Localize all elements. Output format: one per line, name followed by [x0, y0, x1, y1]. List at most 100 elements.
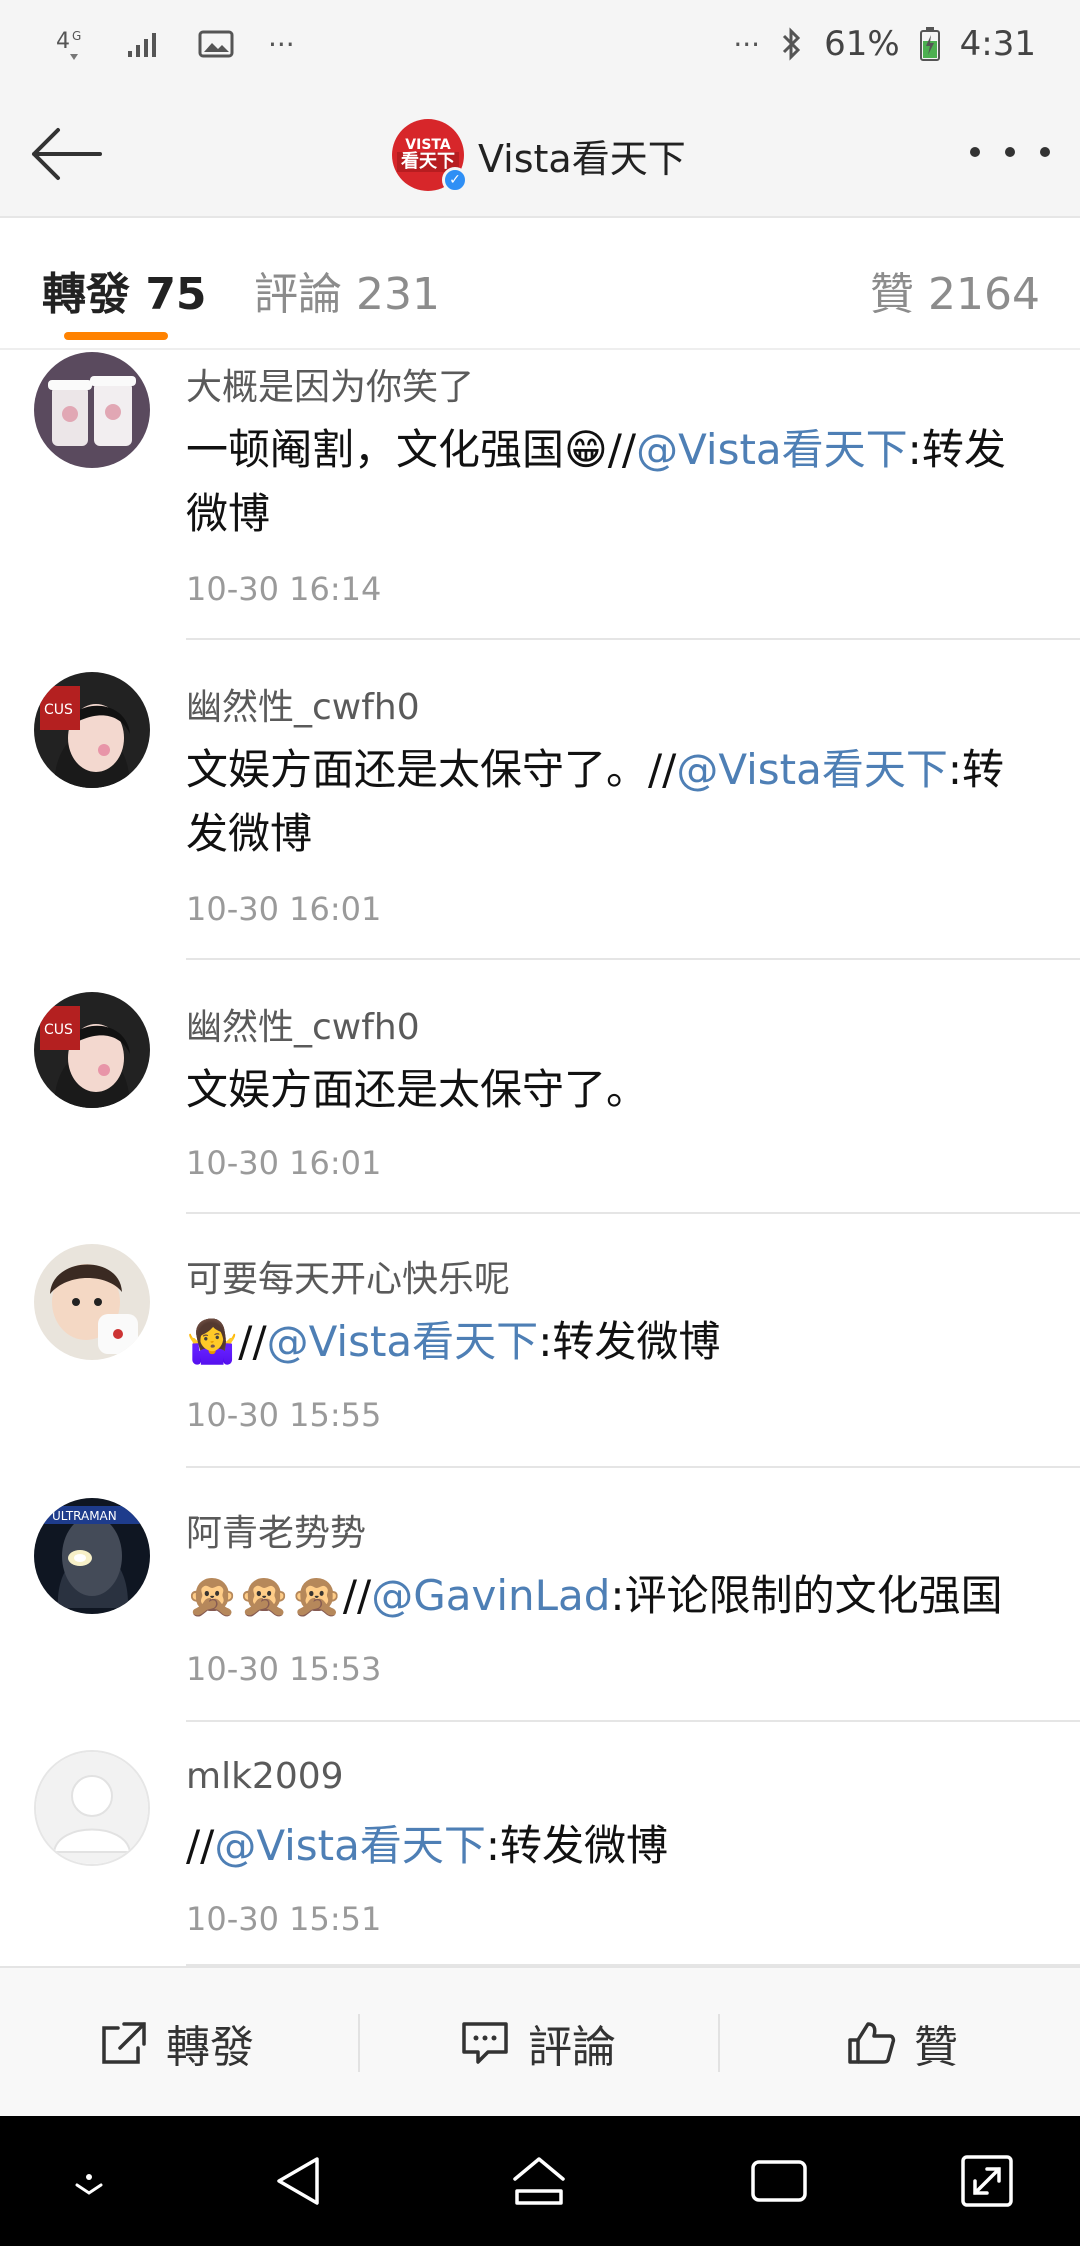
tab-like[interactable]: 贊 2164	[870, 258, 1040, 322]
user-name[interactable]: 幽然性_cwfh0	[186, 998, 420, 1050]
network-type-icon: 4G	[54, 26, 94, 62]
user-name[interactable]: 可要每天开心快乐呢	[186, 1250, 510, 1302]
repost-text: 一顿阉割，文化强国😁//@Vista看天下:转发微博	[186, 418, 1026, 546]
repost-text-tail: :转发微博	[485, 1821, 669, 1870]
timestamp: 10-30 16:14	[186, 570, 382, 608]
system-home-button[interactable]	[504, 2146, 574, 2216]
svg-text:CUS: CUS	[44, 702, 73, 718]
repost-text-body: 文娱方面还是太保守了。	[186, 1065, 649, 1114]
svg-text:CUS: CUS	[44, 1022, 73, 1038]
share-icon	[102, 2022, 146, 2064]
svg-text:ULTRAMAN: ULTRAMAN	[52, 1509, 117, 1523]
user-name[interactable]: 幽然性_cwfh0	[186, 678, 420, 730]
status-more-right: ···	[733, 27, 761, 61]
list-item[interactable]: CUS 幽然性_cwfh0 文娱方面还是太保守了。//@Vista看天下:转发微…	[0, 640, 1080, 960]
avatar[interactable]	[34, 1750, 150, 1866]
comment-icon	[462, 2022, 508, 2064]
chevron-down-icon	[75, 2174, 103, 2195]
user-name[interactable]: 阿青老势势	[186, 1504, 366, 1556]
logo-text-top: VISTA	[405, 137, 451, 153]
comment-button[interactable]: 評論	[460, 1968, 616, 2118]
repost-list[interactable]: 大概是因为你笑了 一顿阉割，文化强国😁//@Vista看天下:转发微博 10-3…	[0, 352, 1080, 1966]
hide-nav-button[interactable]	[54, 2146, 124, 2216]
repost-text-body: 🙊🙊🙊//	[186, 1571, 372, 1620]
avatar[interactable]: CUS	[34, 672, 150, 788]
account-header[interactable]: VISTA 看天下 ✓ Vista看天下	[392, 118, 686, 193]
battery-percent: 61%	[824, 24, 900, 64]
account-name: Vista看天下	[478, 136, 686, 181]
mention-link[interactable]: @Vista看天下	[214, 1821, 486, 1870]
avatar[interactable]: CUS	[34, 992, 150, 1108]
back-button[interactable]	[26, 116, 106, 192]
status-right: ··· 61% 4:31	[733, 24, 1036, 64]
repost-text: 🙊🙊🙊//@GavinLad:评论限制的文化强国	[186, 1564, 1026, 1628]
list-item[interactable]: 可要每天开心快乐呢 🤷‍♀️//@Vista看天下:转发微博 10-30 15:…	[0, 1214, 1080, 1468]
tab-repost[interactable]: 轉發 75	[42, 258, 207, 322]
dot-icon	[1005, 147, 1015, 157]
status-left: 4G ···	[54, 26, 295, 62]
status-bar: 4G ··· ··· 61% 4:31	[0, 0, 1080, 88]
more-options-button[interactable]	[970, 132, 1050, 172]
comment-label: 評論	[528, 2022, 616, 2073]
tab-comment[interactable]: 評論 231	[254, 258, 440, 322]
verified-badge-icon: ✓	[442, 167, 468, 193]
repost-text: 文娱方面还是太保守了。	[186, 1058, 1026, 1122]
repost-button[interactable]: 轉發	[98, 1968, 254, 2118]
list-item[interactable]: mlk2009 //@Vista看天下:转发微博 10-30 15:51	[0, 1722, 1080, 1966]
repost-text-body: 一顿阉割，文化强国😁//	[186, 425, 637, 474]
avatar[interactable]: ULTRAMAN	[34, 1498, 150, 1614]
active-tab-indicator	[64, 332, 168, 340]
triangle-back-icon	[277, 2157, 319, 2205]
bluetooth-icon	[780, 26, 804, 62]
divider	[718, 2014, 720, 2072]
repost-text: //@Vista看天下:转发微博	[186, 1814, 1026, 1878]
repost-text-tail: :评论限制的文化强国	[610, 1571, 1003, 1620]
like-label: 贊	[914, 2022, 958, 2073]
svg-text:4: 4	[56, 29, 70, 54]
list-item[interactable]: 大概是因为你笑了 一顿阉割，文化强国😁//@Vista看天下:转发微博 10-3…	[0, 352, 1080, 642]
svg-text:G: G	[72, 29, 81, 43]
mention-link[interactable]: @Vista看天下	[636, 425, 908, 474]
repost-text-body: //	[186, 1821, 215, 1870]
user-name[interactable]: 大概是因为你笑了	[186, 358, 474, 410]
repost-text-tail: :转发微博	[538, 1317, 721, 1366]
timestamp: 10-30 16:01	[186, 890, 382, 928]
avatar[interactable]	[34, 1244, 150, 1360]
timestamp: 10-30 15:51	[186, 1900, 382, 1938]
user-name[interactable]: mlk2009	[186, 1756, 344, 1797]
thumbs-up-icon	[848, 2022, 896, 2064]
system-back-button[interactable]	[264, 2146, 334, 2216]
like-button[interactable]: 贊	[846, 1968, 958, 2118]
timestamp: 10-30 15:55	[186, 1396, 382, 1434]
battery-icon	[919, 27, 940, 61]
recents-icon	[751, 2160, 807, 2202]
repost-text-body: 🤷‍♀️//	[186, 1317, 267, 1366]
system-recents-button[interactable]	[744, 2146, 814, 2216]
mention-link[interactable]: @Vista看天下	[676, 745, 948, 794]
account-avatar: VISTA 看天下 ✓	[392, 119, 468, 193]
arrow-left-icon	[32, 128, 102, 180]
list-item[interactable]: CUS 幽然性_cwfh0 文娱方面还是太保守了。 10-30 16:01	[0, 960, 1080, 1214]
system-nav-bar	[0, 2116, 1080, 2246]
repost-label: 轉發	[166, 2022, 254, 2073]
expand-icon	[961, 2155, 1013, 2207]
repost-text: 文娱方面还是太保守了。//@Vista看天下:转发微博	[186, 738, 1026, 866]
dot-icon	[970, 147, 980, 157]
list-item[interactable]: ULTRAMAN 阿青老势势 🙊🙊🙊//@GavinLad:评论限制的文化强国 …	[0, 1468, 1080, 1722]
repost-text: 🤷‍♀️//@Vista看天下:转发微博	[186, 1310, 1026, 1374]
home-icon	[513, 2157, 565, 2205]
repost-text-body: 文娱方面还是太保守了。//	[186, 745, 677, 794]
status-more-left: ···	[268, 27, 295, 61]
timestamp: 10-30 15:53	[186, 1650, 382, 1688]
system-fullscreen-button[interactable]	[952, 2146, 1022, 2216]
gallery-notification-icon	[198, 29, 236, 59]
signal-icon	[126, 29, 166, 59]
avatar[interactable]	[34, 352, 150, 468]
mention-link[interactable]: @GavinLad	[371, 1571, 610, 1620]
divider	[358, 2014, 360, 2072]
nav-header: VISTA 看天下 ✓ Vista看天下	[0, 88, 1080, 218]
clock: 4:31	[959, 24, 1036, 64]
dot-icon	[1040, 147, 1050, 157]
action-bar: 轉發 評論 贊	[0, 1966, 1080, 2116]
mention-link[interactable]: @Vista看天下	[267, 1317, 539, 1366]
